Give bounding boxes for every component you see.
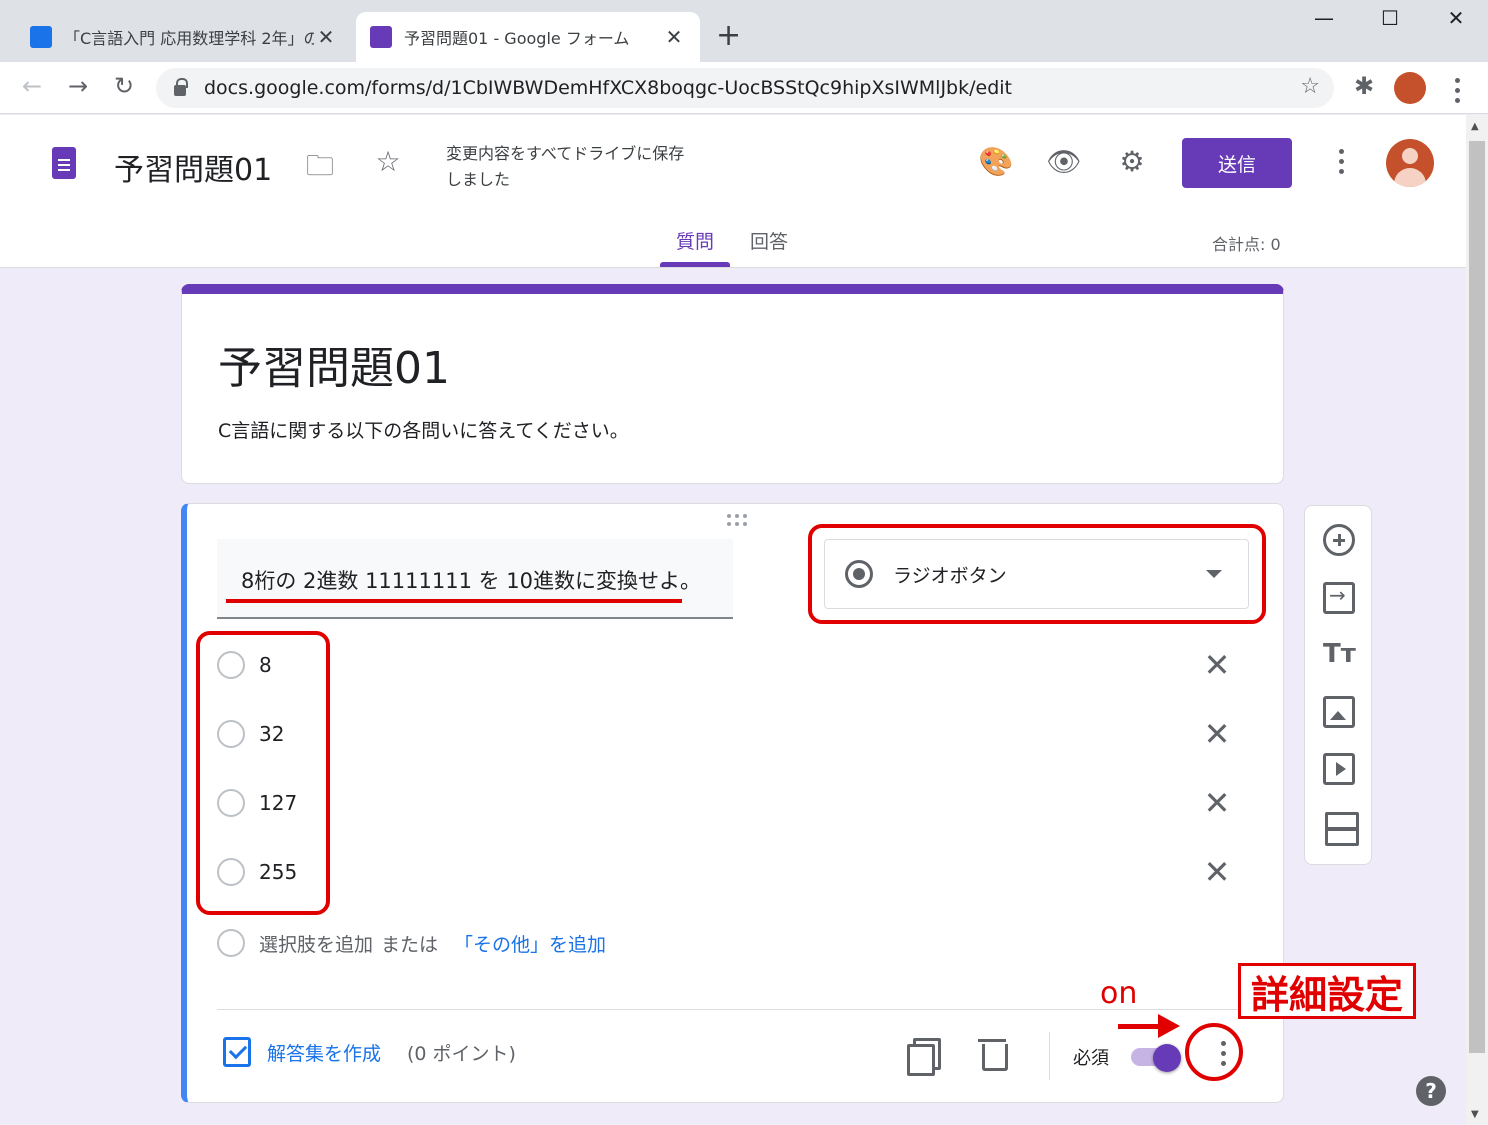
answer-key-button[interactable]: 解答集を作成 (0 ポイント)	[223, 1037, 516, 1067]
close-tab-icon[interactable]: ✕	[314, 25, 338, 49]
help-icon[interactable]: ?	[1416, 1076, 1446, 1106]
url-text: docs.google.com/forms/d/1CbIWBWDemHfXCX8…	[204, 77, 1013, 99]
back-icon[interactable]: ←	[16, 72, 48, 100]
browser-profile-avatar[interactable]	[1394, 72, 1426, 104]
add-title-icon[interactable]: Tт	[1323, 638, 1356, 670]
add-question-icon[interactable]	[1323, 524, 1355, 556]
star-icon[interactable]: ☆	[370, 145, 406, 178]
extensions-icon[interactable]: ✱	[1348, 72, 1380, 100]
add-other-button[interactable]: 「その他」を追加	[454, 930, 606, 957]
answer-key-label: 解答集を作成	[267, 1042, 382, 1065]
tab-questions[interactable]: 質問	[676, 227, 714, 254]
reload-icon[interactable]: ↻	[108, 72, 140, 100]
browser-menu-icon[interactable]	[1442, 78, 1472, 103]
annotation-detail-label: 詳細設定	[1238, 963, 1416, 1019]
import-questions-icon[interactable]	[1323, 582, 1355, 614]
answer-key-icon	[223, 1037, 251, 1067]
new-tab-icon[interactable]: +	[716, 18, 741, 53]
window-close-icon[interactable]: ✕	[1436, 6, 1476, 30]
add-image-icon[interactable]	[1323, 696, 1355, 728]
move-folder-icon[interactable]: 🗀	[302, 145, 338, 193]
annotation-arrow-head	[1158, 1014, 1180, 1038]
tab-responses[interactable]: 回答	[750, 227, 788, 254]
lock-icon	[174, 77, 188, 96]
preview-eye-icon[interactable]: 👁	[1046, 145, 1082, 178]
duplicate-icon[interactable]	[903, 1034, 943, 1076]
browser-tabstrip: 「C言語入門 応用数理学科 2年」の ✕ 予習問題01 - Google フォー…	[0, 0, 1488, 62]
form-description[interactable]: C言語に関する以下の各問いに答えてください。	[218, 416, 629, 443]
side-toolbar: Tт	[1304, 505, 1372, 865]
classroom-favicon-icon	[30, 26, 52, 48]
palette-icon[interactable]: 🎨	[978, 145, 1014, 178]
add-video-icon[interactable]	[1323, 753, 1355, 785]
remove-option-icon[interactable]: ✕	[1197, 715, 1237, 753]
browser-tab-classroom[interactable]: 「C言語入門 応用数理学科 2年」の ✕	[16, 12, 352, 62]
bookmark-star-icon[interactable]: ☆	[1300, 74, 1320, 99]
required-label: 必須	[1073, 1048, 1109, 1069]
option-row[interactable]: 8 ✕	[217, 645, 1237, 685]
avatar[interactable]	[1386, 139, 1434, 187]
browser-tab-forms[interactable]: 予習問題01 - Google フォーム ✕	[356, 12, 700, 62]
option-row[interactable]: 32 ✕	[217, 714, 1237, 754]
footer-separator	[1049, 1032, 1050, 1080]
more-menu-icon[interactable]	[1326, 149, 1356, 174]
remove-option-icon[interactable]: ✕	[1197, 853, 1237, 891]
save-status: 変更内容をすべてドライブに保存しました	[446, 144, 685, 189]
points-label: (0 ポイント)	[407, 1042, 516, 1065]
send-button[interactable]: 送信	[1182, 138, 1292, 188]
annotation-on-label: on	[1100, 976, 1138, 1011]
forms-favicon-icon	[370, 26, 392, 48]
form-title-card[interactable]: 予習問題01 C言語に関する以下の各問いに答えてください。	[181, 284, 1284, 484]
annotation-circle-menu	[1185, 1023, 1243, 1081]
close-tab-icon[interactable]: ✕	[662, 25, 686, 49]
browser-toolbar: ← → ↻ docs.google.com/forms/d/1CbIWBWDem…	[0, 62, 1488, 114]
forms-header: 予習問題01 🗀 ☆ 変更内容をすべてドライブに保存しました 🎨 👁 ⚙ 送信 …	[0, 115, 1466, 268]
form-title[interactable]: 予習問題01	[218, 332, 450, 396]
question-text: 8桁の 2進数 11111111 を 10進数に変換せよ。	[241, 569, 702, 593]
page-scrollbar[interactable]: ▲ ▼	[1466, 115, 1488, 1125]
maximize-icon[interactable]: ☐	[1370, 6, 1410, 30]
annotation-arrow	[1118, 1024, 1162, 1029]
delete-icon[interactable]	[973, 1034, 1013, 1074]
browser-tab-title: 「C言語入門 応用数理学科 2年」の	[64, 29, 314, 48]
minimize-icon[interactable]: —	[1304, 6, 1344, 30]
address-bar[interactable]: docs.google.com/forms/d/1CbIWBWDemHfXCX8…	[156, 68, 1334, 108]
drag-handle-icon[interactable]	[727, 514, 751, 526]
add-option-row: 選択肢を追加 または 「その他」を追加	[217, 923, 606, 963]
option-label[interactable]: 255	[259, 860, 1197, 884]
option-label[interactable]: 32	[259, 722, 1197, 746]
annotation-box-question-type	[808, 524, 1266, 624]
add-option-button[interactable]: 選択肢を追加	[259, 930, 373, 957]
or-text: または	[381, 933, 439, 956]
option-label[interactable]: 8	[259, 653, 1197, 677]
total-points: 合計点: 0	[1212, 235, 1281, 254]
document-title[interactable]: 予習問題01	[114, 145, 272, 189]
forms-logo-icon[interactable]	[52, 147, 76, 179]
required-toggle-knob[interactable]	[1153, 1044, 1181, 1072]
add-section-icon[interactable]	[1323, 810, 1359, 846]
remove-option-icon[interactable]: ✕	[1197, 646, 1237, 684]
scroll-down-icon[interactable]: ▼	[1471, 1109, 1479, 1120]
option-label[interactable]: 127	[259, 791, 1197, 815]
forward-icon[interactable]: →	[62, 72, 94, 100]
remove-option-icon[interactable]: ✕	[1197, 784, 1237, 822]
annotation-underline-question	[226, 599, 682, 603]
settings-gear-icon[interactable]: ⚙	[1114, 145, 1150, 178]
scroll-up-icon[interactable]: ▲	[1471, 121, 1479, 132]
radio-circle-icon	[217, 929, 245, 957]
option-row[interactable]: 127 ✕	[217, 783, 1237, 823]
annotation-box-options	[196, 631, 330, 915]
question-title-input[interactable]: 8桁の 2進数 11111111 を 10進数に変換せよ。	[217, 539, 733, 619]
option-row[interactable]: 255 ✕	[217, 852, 1237, 892]
browser-tab-title: 予習問題01 - Google フォーム	[404, 29, 630, 48]
active-tab-indicator	[660, 262, 730, 267]
scroll-thumb[interactable]	[1469, 141, 1485, 1053]
